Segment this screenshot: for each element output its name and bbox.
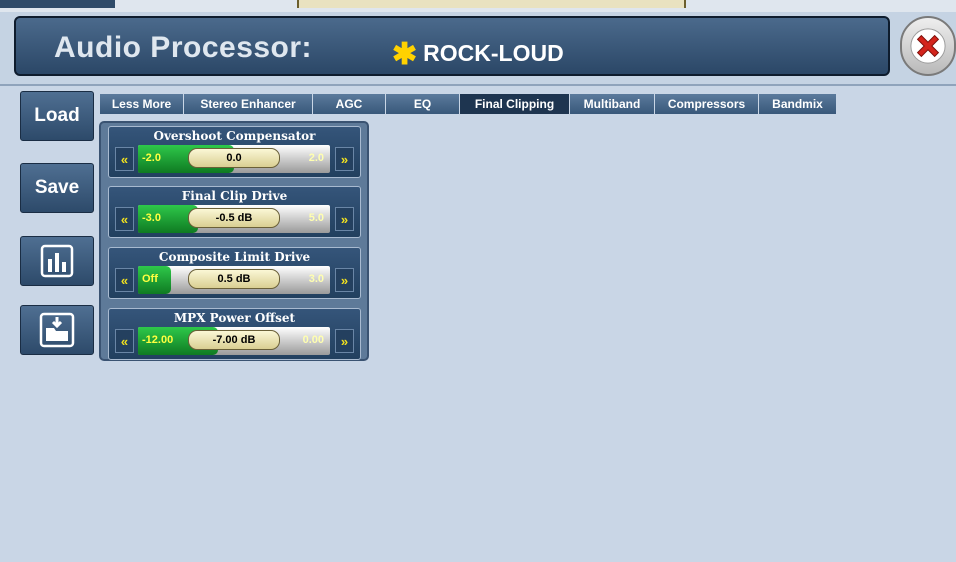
slider-max: 2.0 (308, 152, 324, 164)
header-bar: Audio Processor: ✱ ROCK-LOUD (14, 16, 890, 76)
increase-button[interactable]: » (335, 268, 354, 292)
controls-panel: Overshoot Compensator « -2.0 0.0 2.0 » F… (99, 121, 369, 361)
close-x-icon (910, 28, 946, 64)
load-button[interactable]: Load (20, 91, 94, 141)
tab-agc[interactable]: AGC (313, 94, 386, 114)
slider-min: -2.0 (142, 152, 161, 164)
tab-bar: Less More Stereo Enhancer AGC EQ Final C… (100, 94, 837, 114)
slider-value: -0.5 dB (188, 208, 280, 228)
modified-star-icon: ✱ (392, 38, 418, 71)
tab-less-more[interactable]: Less More (100, 94, 184, 114)
slider-max: 3.0 (308, 273, 324, 285)
decrease-button[interactable]: « (115, 329, 134, 353)
increase-button[interactable]: » (335, 207, 354, 231)
slider-min: Off (142, 273, 158, 285)
close-button[interactable] (900, 16, 956, 76)
final-clip-drive-control: Final Clip Drive « -3.0 -0.5 dB 5.0 » (108, 186, 361, 238)
decrease-button[interactable]: « (115, 147, 134, 171)
control-label: MPX Power Offset (173, 311, 296, 325)
folder-download-icon (39, 312, 75, 348)
tab-compressors[interactable]: Compressors (655, 94, 759, 114)
tab-multiband[interactable]: Multiband (570, 94, 655, 114)
control-label: Final Clip Drive (181, 189, 288, 203)
page-title: Audio Processor: (54, 31, 313, 64)
preset-name: ✱ ROCK-LOUD (392, 34, 564, 71)
preset-label: ROCK-LOUD (423, 40, 564, 66)
mpx-power-offset-control: MPX Power Offset « -12.00 -7.00 dB 0.00 … (108, 308, 361, 360)
tab-bandmix[interactable]: Bandmix (759, 94, 837, 114)
slider-track[interactable]: -3.0 -0.5 dB 5.0 (138, 205, 330, 233)
meter-button[interactable] (20, 236, 94, 286)
slider-min: -3.0 (142, 212, 161, 224)
save-button[interactable]: Save (20, 163, 94, 213)
slider-value: -7.00 dB (188, 330, 280, 350)
tab-stereo-enhancer[interactable]: Stereo Enhancer (184, 94, 313, 114)
increase-button[interactable]: » (335, 147, 354, 171)
slider-max: 0.00 (302, 334, 324, 346)
bar-chart-icon (40, 244, 74, 278)
slider-value: 0.5 dB (188, 269, 280, 289)
control-label: Composite Limit Drive (158, 250, 311, 264)
top-strip-field (297, 0, 686, 8)
control-label: Overshoot Compensator (153, 129, 316, 143)
top-strip-tab (0, 0, 115, 8)
composite-limit-drive-control: Composite Limit Drive « Off 0.5 dB 3.0 » (108, 247, 361, 299)
slider-track[interactable]: -12.00 -7.00 dB 0.00 (138, 327, 330, 355)
slider-track[interactable]: -2.0 0.0 2.0 (138, 145, 330, 173)
slider-max: 5.0 (308, 212, 324, 224)
slider-track[interactable]: Off 0.5 dB 3.0 (138, 266, 330, 294)
load-file-button[interactable] (20, 305, 94, 355)
top-strip (0, 0, 956, 12)
slider-min: -12.00 (142, 334, 174, 346)
decrease-button[interactable]: « (115, 268, 134, 292)
tab-eq[interactable]: EQ (386, 94, 460, 114)
tab-final-clipping[interactable]: Final Clipping (460, 94, 570, 114)
slider-value: 0.0 (188, 148, 280, 168)
decrease-button[interactable]: « (115, 207, 134, 231)
increase-button[interactable]: » (335, 329, 354, 353)
overshoot-compensator-control: Overshoot Compensator « -2.0 0.0 2.0 » (108, 126, 361, 178)
